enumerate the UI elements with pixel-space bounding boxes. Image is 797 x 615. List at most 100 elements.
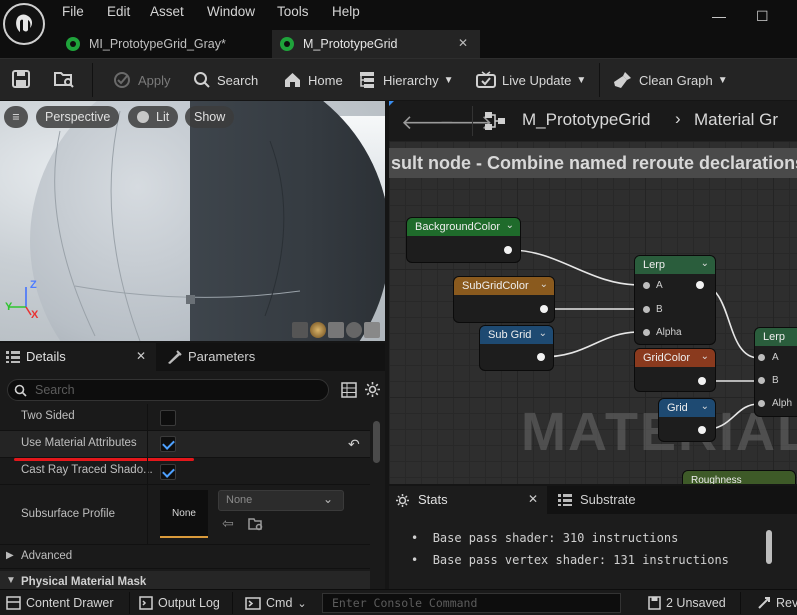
chevron-down-icon[interactable]: ⌄ [540,279,548,290]
cmd-dropdown[interactable]: Cmd ⌄ [245,594,307,612]
node-lerp-1[interactable]: Lerp ⌄ A B Alpha [635,256,715,344]
cube-preview-icon[interactable] [346,322,362,338]
search-button[interactable]: Search [193,69,258,91]
details-search-input[interactable]: Search [7,379,329,401]
browse-asset-icon[interactable] [248,517,264,532]
close-icon[interactable]: ✕ [136,349,146,363]
stats-scrollbar-thumb[interactable] [766,530,772,564]
sphere-preview-icon[interactable] [310,322,326,338]
menu-window[interactable]: Window [207,4,255,19]
stats-tab-bar: Stats ✕ Substrate [389,486,797,514]
cylinder-preview-icon[interactable] [292,322,308,338]
lit-button[interactable]: Lit [128,106,179,128]
output-pin[interactable] [696,281,704,289]
console-placeholder: Enter Console Command [332,596,478,610]
clean-graph-button[interactable]: Clean Graph ▼ [613,69,728,91]
pin-label-alpha: Alph [772,398,793,409]
node-grid[interactable]: Grid ⌄ [659,399,715,441]
save-icon[interactable] [11,69,31,89]
output-pin[interactable] [698,377,706,385]
hierarchy-button[interactable]: Hierarchy ▼ [357,69,454,91]
unsaved-button[interactable]: 2 Unsaved [648,594,726,612]
category-label: Physical Material Mask [21,576,147,588]
material-graph-panel[interactable]: 🡐 🡒 M_PrototypeGrid › Material Gr sult n… [389,101,797,484]
output-pin[interactable] [504,246,512,254]
close-icon[interactable]: ✕ [458,36,468,50]
menu-asset[interactable]: Asset [150,4,184,19]
output-pin[interactable] [698,426,706,434]
output-log-button[interactable]: Output Log [139,594,220,612]
node-roughness[interactable]: Roughness [683,471,795,484]
cast-ray-traced-shadows-checkbox[interactable] [160,464,176,480]
plane-preview-icon[interactable] [328,322,344,338]
subsurface-profile-dropdown[interactable]: None ⌄ [218,490,344,511]
toolbar: Apply Search Home Hierarchy ▼ Live Updat… [0,58,797,100]
input-pin-b[interactable] [758,377,765,384]
two-sided-checkbox[interactable] [160,410,176,426]
tab-substrate[interactable]: Substrate [551,486,701,514]
browse-asset-icon[interactable] [53,69,75,89]
menu-tools[interactable]: Tools [277,4,309,19]
viewport-menu-button[interactable]: ≡ [4,106,28,128]
tab-details[interactable]: Details ✕ [0,343,156,371]
details-scrollbar-thumb[interactable] [373,421,380,463]
revision-control-button[interactable]: Rev [757,594,797,612]
node-sub-grid[interactable]: Sub Grid ⌄ [480,326,553,370]
output-pin[interactable] [537,353,545,361]
reset-to-default-icon[interactable]: ↶ [348,436,360,453]
chevron-down-icon[interactable]: ⌄ [701,351,709,362]
category-advanced[interactable]: ▶ Advanced [0,545,370,569]
toolbar-separator [92,63,93,97]
node-lerp-2[interactable]: Lerp A B Alph [755,328,797,416]
chevron-down-icon[interactable]: ⌄ [506,220,514,231]
perspective-button[interactable]: Perspective [36,106,120,128]
asset-thumbnail[interactable]: None [160,490,208,538]
output-pin[interactable] [540,305,548,313]
input-pin-a[interactable] [643,282,650,289]
tab-parameters[interactable]: Parameters [160,343,310,371]
input-pin-alpha[interactable] [758,400,765,407]
node-background-color[interactable]: BackgroundColor ⌄ [407,218,520,262]
use-selected-asset-icon[interactable]: ⇦ [222,515,234,532]
live-update-button[interactable]: Live Update ▼ [476,69,586,91]
teapot-preview-icon[interactable] [364,322,380,338]
tab-mi-prototypegrid-gray[interactable]: MI_PrototypeGrid_Gray* [58,30,270,58]
menu-edit[interactable]: Edit [107,4,130,19]
chevron-down-icon[interactable]: ⌄ [539,328,547,339]
minimize-button[interactable]: — [712,8,726,24]
apply-button[interactable]: Apply [112,69,171,91]
node-grid-color[interactable]: GridColor ⌄ [635,349,715,391]
close-icon[interactable]: ✕ [528,492,538,506]
output-log-icon [139,596,153,610]
preview-viewport[interactable]: ≡ Perspective Lit Show Z Y X [0,101,385,341]
live-update-icon [476,71,496,88]
chevron-down-icon[interactable]: ⌄ [701,401,709,412]
axis-z-label: Z [30,279,37,291]
unreal-logo-icon[interactable] [3,3,45,45]
maximize-button[interactable]: ☐ [756,8,769,25]
tab-stats[interactable]: Stats ✕ [389,486,547,514]
input-pin-b[interactable] [643,306,650,313]
menu-help[interactable]: Help [332,4,360,19]
search-placeholder: Search [35,383,75,397]
use-material-attributes-checkbox[interactable] [160,436,176,452]
input-pin-alpha[interactable] [643,329,650,336]
lit-label: Lit [156,110,170,124]
input-pin-a[interactable] [758,354,765,361]
chevron-down-icon: ▼ [576,74,587,86]
chevron-down-icon: ▼ [717,74,728,86]
content-drawer-button[interactable]: Content Drawer [6,594,114,612]
node-sub-grid-color[interactable]: SubGridColor ⌄ [454,277,554,322]
show-button[interactable]: Show [185,106,235,128]
node-header: Grid ⌄ [659,399,715,417]
tab-m-prototypegrid[interactable]: M_PrototypeGrid ✕ [272,30,480,58]
console-command-input[interactable]: Enter Console Command [322,593,621,613]
column-divider [147,431,148,457]
category-physical-material-mask[interactable]: ▼ Physical Material Mask [0,571,370,589]
menu-file[interactable]: File [62,4,84,19]
node-header: Sub Grid ⌄ [480,326,553,344]
table-view-icon[interactable] [341,382,357,398]
settings-gear-icon[interactable] [364,381,381,398]
chevron-down-icon[interactable]: ⌄ [701,258,709,269]
home-button[interactable]: Home [283,69,343,91]
